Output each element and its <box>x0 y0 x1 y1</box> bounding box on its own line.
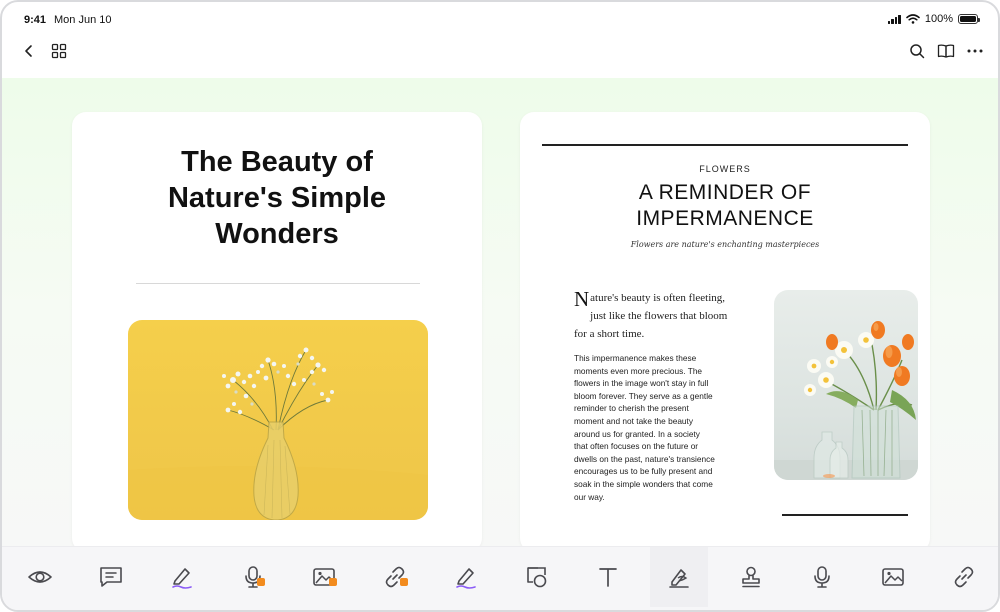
grid-icon <box>51 43 67 59</box>
microphone-icon <box>245 566 261 588</box>
divider <box>542 144 908 146</box>
grid-view-button[interactable] <box>46 38 72 64</box>
document-canvas[interactable]: The Beauty of Nature's Simple Wonders FL… <box>2 78 998 552</box>
image-tool-locked[interactable] <box>295 547 353 607</box>
image-icon <box>313 568 335 586</box>
body-line: moment and not take the beauty <box>574 415 694 426</box>
link-tool-locked[interactable] <box>366 547 424 607</box>
title-line: Nature's Simple <box>167 182 387 214</box>
lead-paragraph: N ature's beauty is often fleeting, just… <box>574 288 734 342</box>
highlighter-tool[interactable] <box>153 547 211 607</box>
image-icon <box>882 568 904 586</box>
right-page[interactable]: FLOWERS A REMINDER OF IMPERMANENCE Flowe… <box>520 112 930 552</box>
chevron-left-icon <box>25 45 32 57</box>
tablet-frame: 9:41 Mon Jun 10 100% The Beauty of Natur… <box>0 0 1000 612</box>
battery-icon <box>958 14 980 24</box>
status-date: Mon Jun 10 <box>54 14 112 26</box>
highlighter-icon <box>456 568 476 589</box>
body-line: soak in the simple wonders that come <box>574 478 713 489</box>
left-page[interactable]: The Beauty of Nature's Simple Wonders <box>72 112 482 552</box>
title-line: The Beauty of <box>181 146 373 178</box>
title-line: IMPERMANENCE <box>636 207 814 230</box>
lock-icon <box>257 578 265 586</box>
eye-icon <box>28 571 52 583</box>
signature-icon <box>669 569 689 588</box>
voice-note-tool[interactable] <box>793 547 851 607</box>
title-line: A REMINDER OF <box>638 181 812 204</box>
body-line: around us for granted. In a society <box>574 428 700 439</box>
lock-icon <box>400 578 408 586</box>
voice-note-tool-locked[interactable] <box>224 547 282 607</box>
divider <box>782 514 908 516</box>
status-bar: 9:41 Mon Jun 10 100% <box>2 2 998 38</box>
tulips-vase-illustration <box>774 321 918 480</box>
shapes-icon <box>527 567 547 588</box>
text-tool[interactable] <box>579 547 637 607</box>
gypsophila-vase-illustration <box>128 347 428 520</box>
battery-level <box>960 16 976 22</box>
divider <box>136 283 420 284</box>
more-options-button[interactable] <box>962 38 988 64</box>
image-tool[interactable] <box>864 547 922 607</box>
text-icon <box>599 568 617 587</box>
body-line: This impermanence makes these <box>574 353 697 363</box>
comment-tool[interactable] <box>82 547 140 607</box>
wifi-icon <box>906 14 920 24</box>
microphone-icon <box>814 566 830 588</box>
body-line: reminder to cherish the present <box>574 403 689 414</box>
body-line: dwells on the past, nature's transience <box>574 453 715 464</box>
view-mode-tool[interactable] <box>11 547 69 607</box>
annotation-toolbar <box>2 546 998 610</box>
body-line: our way. <box>574 491 605 502</box>
body-line: encourages us to be fully present and <box>574 466 713 477</box>
body-line: flowers in the image won't stay in full <box>574 378 709 389</box>
more-icon <box>967 49 983 53</box>
cellular-signal-icon <box>887 14 901 24</box>
tulips-vase-photo <box>774 290 918 480</box>
body-paragraph: This impermanence makes these moments ev… <box>574 352 730 503</box>
drop-cap: N <box>574 287 590 311</box>
link-icon <box>385 566 405 588</box>
lock-icon <box>329 578 337 586</box>
page-title: The Beauty of Nature's Simple Wonders <box>72 144 482 252</box>
status-time: 9:41 <box>24 14 47 26</box>
gypsophila-vase-photo <box>128 320 428 520</box>
body-line: moments even more precious. The <box>574 365 703 376</box>
article-title: A REMINDER OF IMPERMANENCE <box>520 180 930 232</box>
stamp-icon <box>742 566 760 588</box>
status-indicators: 100% <box>887 13 980 25</box>
signature-tool[interactable] <box>650 547 708 607</box>
highlighter-icon <box>172 568 192 589</box>
battery-percent: 100% <box>924 13 953 25</box>
title-line: Wonders <box>215 218 339 250</box>
article-tagline: Flowers are nature's enchanting masterpi… <box>630 240 820 249</box>
body-line: bloom forever. They serve as a gentle <box>574 390 713 401</box>
lead-text: ature's beauty is often fleeting, just l… <box>574 292 728 340</box>
section-kicker: FLOWERS <box>699 164 751 174</box>
link-tool[interactable] <box>935 547 993 607</box>
back-button[interactable] <box>16 38 42 64</box>
reading-mode-button[interactable] <box>933 38 959 64</box>
search-icon <box>910 44 925 59</box>
book-icon <box>937 44 955 58</box>
stamp-tool[interactable] <box>722 547 780 607</box>
shapes-tool[interactable] <box>508 547 566 607</box>
highlighter-tool-2[interactable] <box>437 547 495 607</box>
comment-icon <box>100 567 122 587</box>
search-button[interactable] <box>904 38 930 64</box>
nav-bar <box>2 38 998 78</box>
body-line: that often focuses on the future or <box>574 441 699 452</box>
link-icon <box>954 566 974 588</box>
